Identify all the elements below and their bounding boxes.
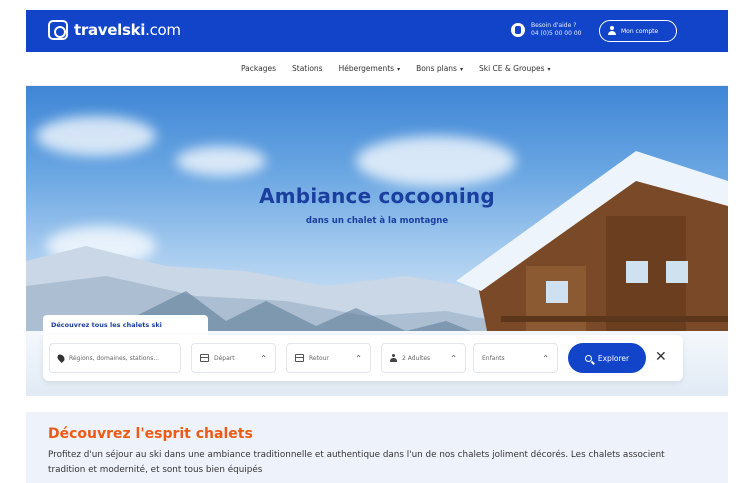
phone-line-1: Besoin d'aide ? <box>531 22 577 29</box>
content-section: Découvrez l'esprit chalets Profitez d'un… <box>26 412 728 483</box>
chevron-down-icon: ▾ <box>397 66 401 73</box>
destination-field[interactable]: Régions, domaines, stations... <box>49 343 181 373</box>
nav-item-label: Ski CE & Groupes <box>478 64 545 73</box>
nav-item-label: Bons plans <box>416 64 457 73</box>
chevron-down-icon: ▾ <box>547 66 551 73</box>
search-icon <box>584 354 592 362</box>
location-pin-icon <box>56 353 66 363</box>
chevron-down-icon: ▾ <box>459 66 463 73</box>
children-field[interactable]: Enfants ⌃ <box>473 343 558 373</box>
children-label: Enfants <box>482 354 505 362</box>
phone-icon <box>511 23 525 37</box>
account-button[interactable]: Mon compte <box>599 20 677 42</box>
top-header: travelski.com Besoin d'aide ? 04 (0)5 00… <box>26 10 728 52</box>
user-icon <box>608 26 616 36</box>
explore-label: Explorer <box>597 353 630 363</box>
nav-item-ski-ce-groupes[interactable]: Ski CE & Groupes ▾ <box>479 64 551 73</box>
section-title: Découvrez l'esprit chalets <box>48 426 253 442</box>
adults-label: 2 Adultes <box>402 354 431 362</box>
retour-label: Retour <box>309 354 329 362</box>
search-bar: Régions, domaines, stations... Départ ⌃ … <box>43 335 683 381</box>
calendar-icon <box>200 354 209 362</box>
person-icon <box>390 353 397 363</box>
main-nav: Packages Stations Hébergements ▾ Bons plans ▾… <box>26 52 728 86</box>
nav-item-bons-plans[interactable]: Bons plans ▾ <box>416 64 463 73</box>
depart-label: Départ <box>214 354 235 362</box>
nav-item-packages[interactable]: Packages <box>241 64 276 73</box>
nav-item-label: Hébergements <box>338 64 395 73</box>
chevron-up-icon: ⌃ <box>355 354 362 363</box>
hero-subtitle: dans un chalet à la montagne <box>305 216 449 226</box>
help-phone[interactable]: Besoin d'aide ? 04 (0)5 00 00 00 <box>511 22 581 38</box>
depart-date-field[interactable]: Départ ⌃ <box>191 343 276 373</box>
nav-item-stations[interactable]: Stations <box>292 64 323 73</box>
chevron-up-icon: ⌃ <box>542 354 549 363</box>
account-label: Mon compte <box>621 27 659 35</box>
phone-line-2: 04 (0)5 00 00 00 <box>531 30 582 37</box>
nav-item-label: Packages <box>241 64 276 73</box>
logo-icon <box>48 20 68 40</box>
chevron-up-icon: ⌃ <box>260 354 267 363</box>
calendar-icon <box>295 354 304 362</box>
site-logo[interactable]: travelski.com <box>48 20 181 40</box>
search-tab[interactable]: Découvrez tous les chalets ski <box>43 315 208 335</box>
retour-date-field[interactable]: Retour ⌃ <box>286 343 371 373</box>
chevron-up-icon: ⌃ <box>450 354 457 363</box>
section-text: Profitez d'un séjour au ski dans une amb… <box>48 450 665 475</box>
nav-item-hébergements[interactable]: Hébergements ▾ <box>339 64 401 73</box>
logo-text-domain: .com <box>145 21 181 39</box>
hero-title: Ambiance cocooning <box>259 184 495 208</box>
logo-text-main: travelski <box>74 21 146 39</box>
nav-item-label: Stations <box>292 64 323 73</box>
explore-button[interactable]: Explorer <box>568 343 646 373</box>
clear-search-button[interactable]: ✕ <box>655 349 667 365</box>
adults-field[interactable]: 2 Adultes ⌃ <box>381 343 466 373</box>
destination-placeholder: Régions, domaines, stations... <box>69 354 160 362</box>
